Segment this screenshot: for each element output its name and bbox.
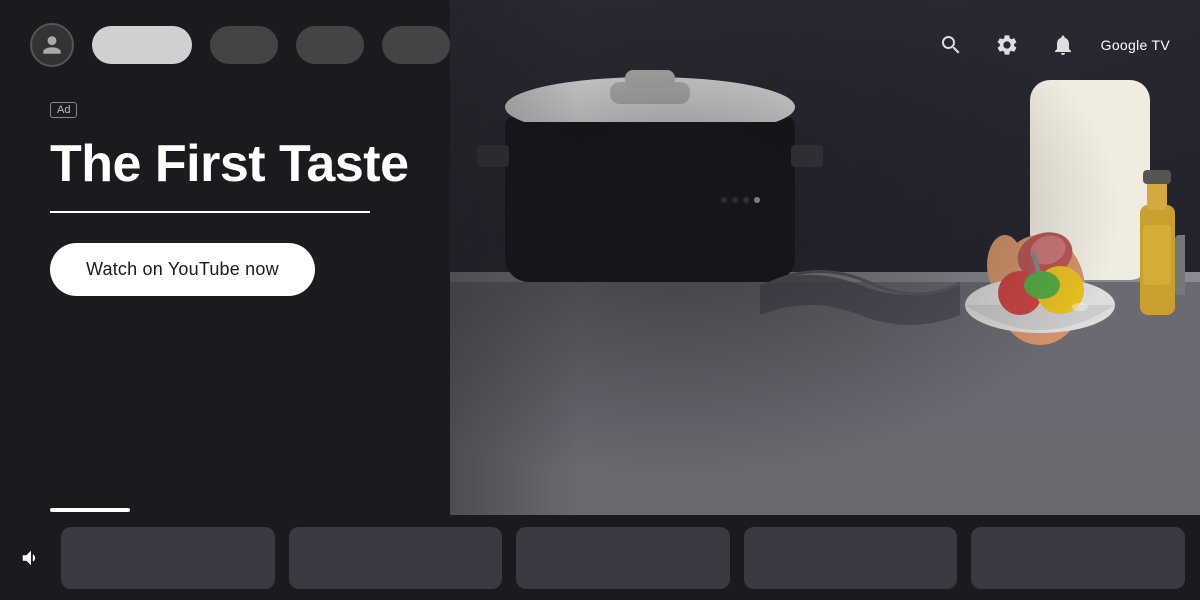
volume-icon bbox=[20, 547, 42, 569]
progress-bar bbox=[50, 508, 130, 512]
search-button[interactable] bbox=[933, 27, 969, 63]
volume-button[interactable] bbox=[15, 542, 47, 574]
user-icon bbox=[41, 34, 63, 56]
top-nav: Google TV bbox=[0, 0, 1200, 90]
avatar-button[interactable] bbox=[30, 23, 74, 67]
progress-indicator bbox=[50, 508, 130, 512]
nav-movies-pill[interactable] bbox=[210, 26, 278, 64]
settings-button[interactable] bbox=[989, 27, 1025, 63]
nav-home-pill[interactable] bbox=[92, 26, 192, 64]
oil-bottle-icon bbox=[1125, 155, 1185, 335]
thumbnail-4[interactable] bbox=[744, 527, 958, 589]
hero-content: Ad The First Taste Watch on YouTube now bbox=[50, 100, 409, 296]
thumbnail-3[interactable] bbox=[516, 527, 730, 589]
nav-apps-pill[interactable] bbox=[382, 26, 450, 64]
nav-left bbox=[30, 23, 450, 67]
ad-badge: Ad bbox=[50, 102, 77, 118]
thumbnail-5[interactable] bbox=[971, 527, 1185, 589]
pot-body bbox=[505, 117, 795, 282]
nav-shows-pill[interactable] bbox=[296, 26, 364, 64]
nav-right: Google TV bbox=[933, 27, 1170, 63]
thumbnail-2[interactable] bbox=[289, 527, 503, 589]
search-icon bbox=[939, 33, 963, 57]
show-title: The First Taste bbox=[50, 136, 409, 193]
watch-button[interactable]: Watch on YouTube now bbox=[50, 243, 315, 296]
hand-icon bbox=[930, 80, 1150, 380]
brand-label: Google TV bbox=[1101, 37, 1170, 53]
towel-icon bbox=[760, 245, 960, 325]
bell-icon bbox=[1051, 33, 1075, 57]
bottom-strip bbox=[0, 515, 1200, 600]
title-divider bbox=[50, 211, 370, 213]
bowl-icon bbox=[960, 245, 1120, 335]
thumbnail-1[interactable] bbox=[61, 527, 275, 589]
gear-icon bbox=[995, 33, 1019, 57]
notifications-button[interactable] bbox=[1045, 27, 1081, 63]
